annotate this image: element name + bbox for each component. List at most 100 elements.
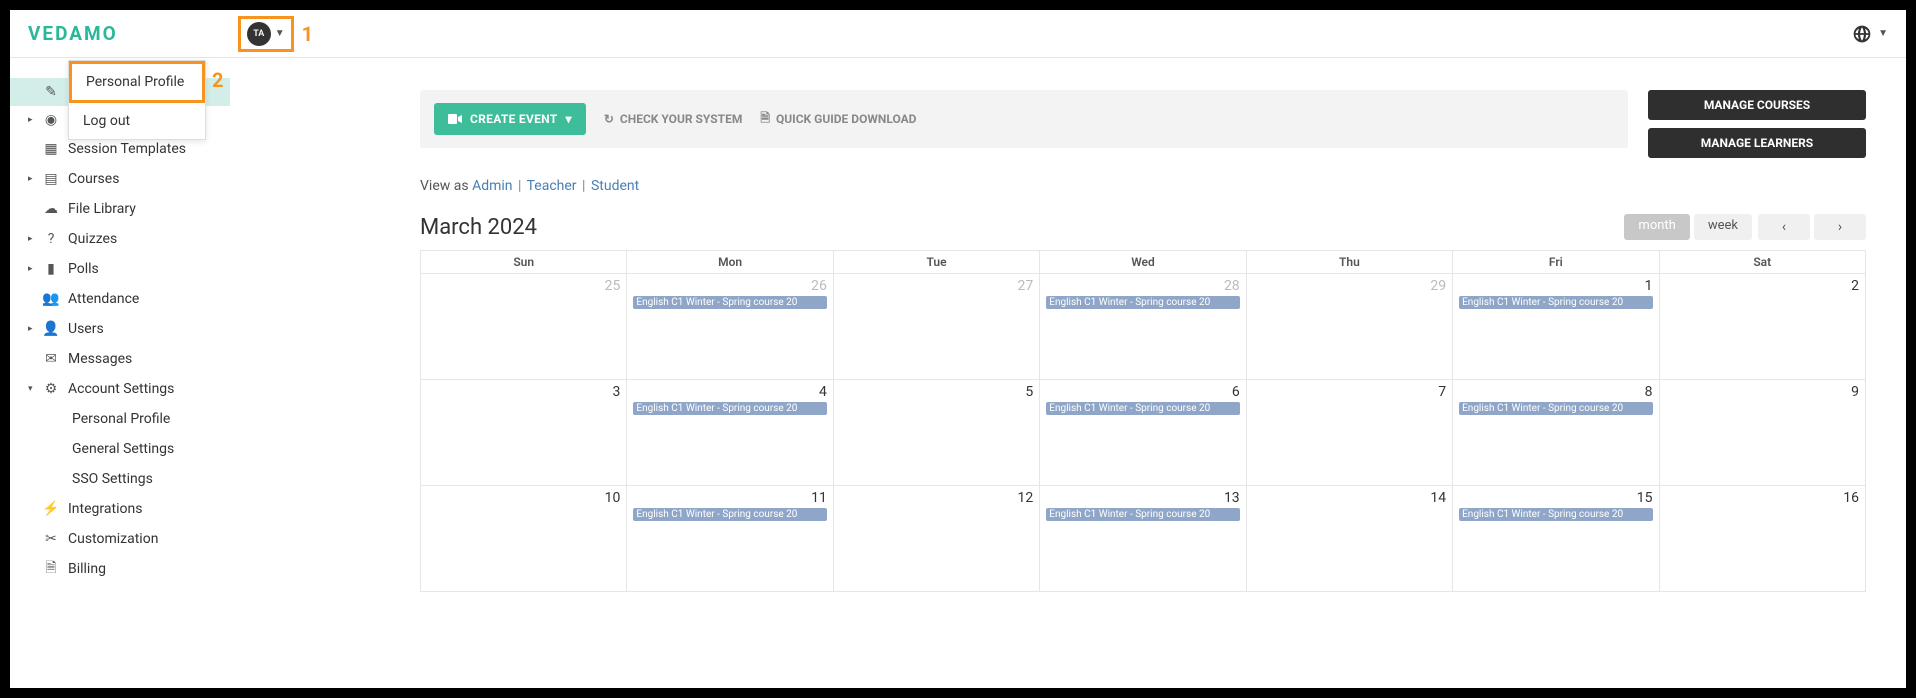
calendar-event[interactable]: English C1 Winter - Spring course 20 <box>1459 402 1652 415</box>
sidebar-item-attendance[interactable]: 👥 Attendance <box>10 284 230 314</box>
calendar-day-header: Tue <box>833 251 1039 274</box>
calendar-event[interactable]: English C1 Winter - Spring course 20 <box>633 296 826 309</box>
calendar-cell[interactable]: 7 <box>1246 380 1452 486</box>
create-event-button[interactable]: CREATE EVENT ▾ <box>434 103 586 135</box>
annotation-1: 1 <box>302 22 313 46</box>
view-as-student[interactable]: Student <box>591 178 639 194</box>
calendar-event[interactable]: English C1 Winter - Spring course 20 <box>633 508 826 521</box>
calendar-cell[interactable]: 11 English C1 Winter - Spring course 20 <box>627 486 833 592</box>
calendar-event[interactable]: English C1 Winter - Spring course 20 <box>1046 296 1239 309</box>
day-number: 6 <box>1046 384 1239 400</box>
calendar-event[interactable]: English C1 Winter - Spring course 20 <box>1046 402 1239 415</box>
day-number: 12 <box>840 490 1033 506</box>
calendar-grid: SunMonTueWedThuFriSat 2526English C1 Win… <box>420 250 1866 592</box>
calendar-cell[interactable]: 27 <box>833 274 1039 380</box>
calendar-cell[interactable]: 1 English C1 Winter - Spring course 20 <box>1453 274 1659 380</box>
chevron-left-icon: ‹ <box>1782 219 1786 235</box>
day-number: 11 <box>633 490 826 506</box>
calendar-day-header: Sun <box>421 251 627 274</box>
calendar-cell[interactable]: 14 <box>1246 486 1452 592</box>
sidebar-item-label: File Library <box>68 201 136 217</box>
manage-courses-button[interactable]: MANAGE COURSES <box>1648 90 1866 120</box>
sidebar-item-label: Courses <box>68 171 119 187</box>
calendar-cell[interactable]: 2 <box>1659 274 1865 380</box>
calendar-cell[interactable]: 4English C1 Winter - Spring course 20 <box>627 380 833 486</box>
day-number: 13 <box>1046 490 1239 506</box>
template-icon: ▦ <box>44 142 58 156</box>
sidebar-item-messages[interactable]: ✉ Messages <box>10 344 230 374</box>
download-icon: 🗎 <box>760 109 770 130</box>
prev-button[interactable]: ‹ <box>1758 214 1810 240</box>
view-as-teacher[interactable]: Teacher <box>527 178 577 194</box>
calendar-event[interactable]: English C1 Winter - Spring course 20 <box>633 402 826 415</box>
calendar-event[interactable]: English C1 Winter - Spring course 20 <box>1459 508 1652 521</box>
sidebar-item-integrations[interactable]: ⚡ Integrations <box>10 494 230 524</box>
sidebar-item-label: Integrations <box>68 501 142 517</box>
mail-icon: ✉ <box>44 352 58 366</box>
view-week-button[interactable]: week <box>1694 214 1752 240</box>
people-icon: 👥 <box>44 292 58 306</box>
sidebar-item-account-settings[interactable]: ▾ ⚙ Account Settings <box>10 374 230 404</box>
view-month-button[interactable]: month <box>1624 214 1689 240</box>
sidebar-sub-general-settings[interactable]: General Settings <box>10 434 230 464</box>
calendar-event[interactable]: English C1 Winter - Spring course 20 <box>1046 508 1239 521</box>
calendar-cell[interactable]: 9 <box>1659 380 1865 486</box>
toolbar: CREATE EVENT ▾ ↻ CHECK YOUR SYSTEM 🗎 QUI… <box>420 90 1628 148</box>
sidebar-item-label: Polls <box>68 261 99 277</box>
caret-right-icon: ▸ <box>28 115 33 125</box>
tools-icon: ✂ <box>44 532 58 546</box>
sidebar-item-quizzes[interactable]: ▸ ? Quizzes <box>10 224 230 254</box>
profile-menu-trigger[interactable]: TA ▼ <box>238 16 294 52</box>
camera-icon <box>448 114 462 124</box>
calendar-cell[interactable]: 12 <box>833 486 1039 592</box>
calendar-cell[interactable]: 3 <box>421 380 627 486</box>
play-icon: ◉ <box>44 113 58 127</box>
sidebar-sub-sso-settings[interactable]: SSO Settings <box>10 464 230 494</box>
check-system-link[interactable]: ↻ CHECK YOUR SYSTEM <box>604 112 743 126</box>
day-number: 14 <box>1253 490 1446 506</box>
sidebar-item-file-library[interactable]: ☁ File Library <box>10 194 230 224</box>
calendar-cell[interactable]: 29 <box>1246 274 1452 380</box>
quick-guide-link[interactable]: 🗎 QUICK GUIDE DOWNLOAD <box>760 109 916 130</box>
calendar-day-header: Wed <box>1040 251 1246 274</box>
question-icon: ? <box>44 232 58 246</box>
manage-learners-button[interactable]: MANAGE LEARNERS <box>1648 128 1866 158</box>
book-icon: ▤ <box>44 172 58 186</box>
calendar-cell[interactable]: 10 <box>421 486 627 592</box>
sidebar-item-label: Messages <box>68 351 132 367</box>
next-button[interactable]: › <box>1814 214 1866 240</box>
day-number: 1 <box>1459 278 1652 294</box>
calendar-cell[interactable]: 28English C1 Winter - Spring course 20 <box>1040 274 1246 380</box>
chart-icon: ▮ <box>44 262 58 276</box>
calendar-cell[interactable]: 13 English C1 Winter - Spring course 20 <box>1040 486 1246 592</box>
day-number: 3 <box>427 384 620 400</box>
refresh-icon: ↻ <box>604 112 614 126</box>
globe-icon <box>1852 24 1872 44</box>
topbar: VEDAMO TA ▼ 1 ▼ <box>10 10 1906 58</box>
calendar-cell[interactable]: 8English C1 Winter - Spring course 20 <box>1453 380 1659 486</box>
calendar-cell[interactable]: 16 <box>1659 486 1865 592</box>
create-event-label: CREATE EVENT <box>470 112 557 126</box>
sidebar-item-label: Billing <box>68 561 106 577</box>
sidebar-sub-personal-profile[interactable]: Personal Profile <box>10 404 230 434</box>
sidebar-item-polls[interactable]: ▸ ▮ Polls <box>10 254 230 284</box>
calendar-cell[interactable]: 5 <box>833 380 1039 486</box>
view-as-row: View as Admin | Teacher | Student <box>420 178 1866 194</box>
calendar-event[interactable]: English C1 Winter - Spring course 20 <box>1459 296 1652 309</box>
sidebar-item-courses[interactable]: ▸ ▤ Courses <box>10 164 230 194</box>
dropdown-item-logout[interactable]: Log out <box>69 103 205 139</box>
calendar-cell[interactable]: 15English C1 Winter - Spring course 20 <box>1453 486 1659 592</box>
view-as-admin[interactable]: Admin <box>472 178 512 194</box>
dropdown-item-personal-profile[interactable]: Personal Profile <box>69 61 205 103</box>
calendar-cell[interactable]: 6 English C1 Winter - Spring course 20 <box>1040 380 1246 486</box>
calendar-cell[interactable]: 26English C1 Winter - Spring course 20 <box>627 274 833 380</box>
sidebar-item-users[interactable]: ▸ 👤 Users <box>10 314 230 344</box>
sidebar-item-customization[interactable]: ✂ Customization <box>10 524 230 554</box>
sidebar-item-billing[interactable]: 🗎 Billing <box>10 554 230 584</box>
language-menu[interactable]: ▼ <box>1852 24 1888 44</box>
doc-icon: 🗎 <box>44 562 58 576</box>
calendar-day-header: Sat <box>1659 251 1865 274</box>
sidebar-item-label: Customization <box>68 531 158 547</box>
calendar-cell[interactable]: 25 <box>421 274 627 380</box>
caret-right-icon: ▸ <box>28 234 33 244</box>
